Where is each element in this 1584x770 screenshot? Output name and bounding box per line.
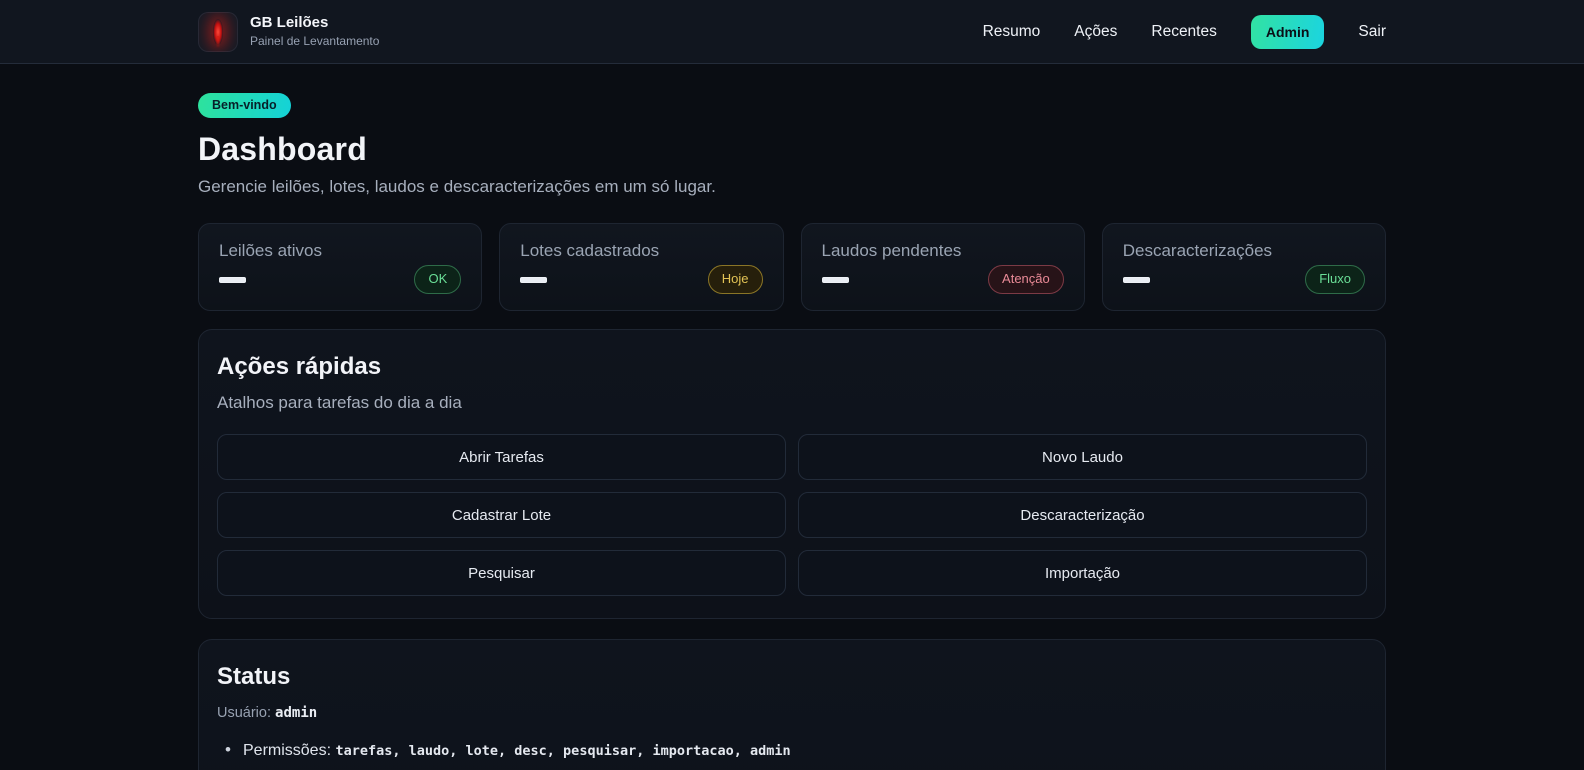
status-badge: Fluxo [1305,265,1365,294]
quick-actions-title: Ações rápidas [217,353,1367,381]
stat-card-descaracterizacoes: Descaracterizações Fluxo [1102,223,1386,311]
status-badge: OK [414,265,461,294]
status-panel: Status Usuário: admin Permissões: tarefa… [198,639,1386,770]
novo-laudo-button[interactable]: Novo Laudo [798,434,1367,480]
app-logo-icon [198,12,238,52]
stat-label: Descaracterizações [1123,241,1365,261]
stat-value-placeholder [822,277,849,283]
page-subtitle: Gerencie leilões, lotes, laudos e descar… [198,177,1386,197]
stat-card-lotes-cadastrados: Lotes cadastrados Hoje [499,223,783,311]
stat-value-placeholder [219,277,246,283]
stat-card-laudos-pendentes: Laudos pendentes Atenção [801,223,1085,311]
status-user-value: admin [275,705,317,721]
abrir-tarefas-button[interactable]: Abrir Tarefas [217,434,786,480]
stat-label: Lotes cadastrados [520,241,762,261]
quick-actions-subtitle: Atalhos para tarefas do dia a dia [217,393,1367,413]
descaracterizacao-button[interactable]: Descaracterização [798,492,1367,538]
stats-row: Leilões ativos OK Lotes cadastrados Hoje… [198,223,1386,311]
welcome-badge: Bem-vindo [198,93,291,118]
status-badge: Atenção [988,265,1064,294]
status-item-permissoes: Permissões: tarefas, laudo, lote, desc, … [217,739,1367,762]
status-list: Permissões: tarefas, laudo, lote, desc, … [217,739,1367,770]
main-content: Bem-vindo Dashboard Gerencie leilões, lo… [198,64,1386,770]
nav-link-sair[interactable]: Sair [1358,23,1386,41]
pesquisar-button[interactable]: Pesquisar [217,550,786,596]
status-item-value: tarefas, laudo, lote, desc, pesquisar, i… [335,743,790,759]
stat-label: Laudos pendentes [822,241,1064,261]
status-title: Status [217,663,1367,691]
quick-actions-panel: Ações rápidas Atalhos para tarefas do di… [198,329,1386,619]
status-item-label: Permissões: [243,742,331,759]
app-subtitle: Painel de Levantamento [250,34,379,49]
nav-link-resumo[interactable]: Resumo [983,23,1041,41]
status-user-label: Usuário: [217,705,271,721]
page-title: Dashboard [198,131,1386,168]
nav-link-recentes[interactable]: Recentes [1151,23,1216,41]
quick-actions-grid: Abrir Tarefas Novo Laudo Cadastrar Lote … [217,434,1367,596]
status-user-line: Usuário: admin [217,705,1367,721]
main-nav: Resumo Ações Recentes Admin Sair [983,15,1386,49]
stat-label: Leilões ativos [219,241,461,261]
stat-value-placeholder [1123,277,1150,283]
brand: GB Leilões Painel de Levantamento [198,12,379,52]
stat-value-placeholder [520,277,547,283]
cadastrar-lote-button[interactable]: Cadastrar Lote [217,492,786,538]
status-badge: Hoje [708,265,763,294]
admin-badge[interactable]: Admin [1251,15,1325,49]
stat-card-leiloes-ativos: Leilões ativos OK [198,223,482,311]
importacao-button[interactable]: Importação [798,550,1367,596]
app-title: GB Leilões [250,14,379,33]
top-navbar: GB Leilões Painel de Levantamento Resumo… [0,0,1584,64]
nav-link-acoes[interactable]: Ações [1074,23,1117,41]
